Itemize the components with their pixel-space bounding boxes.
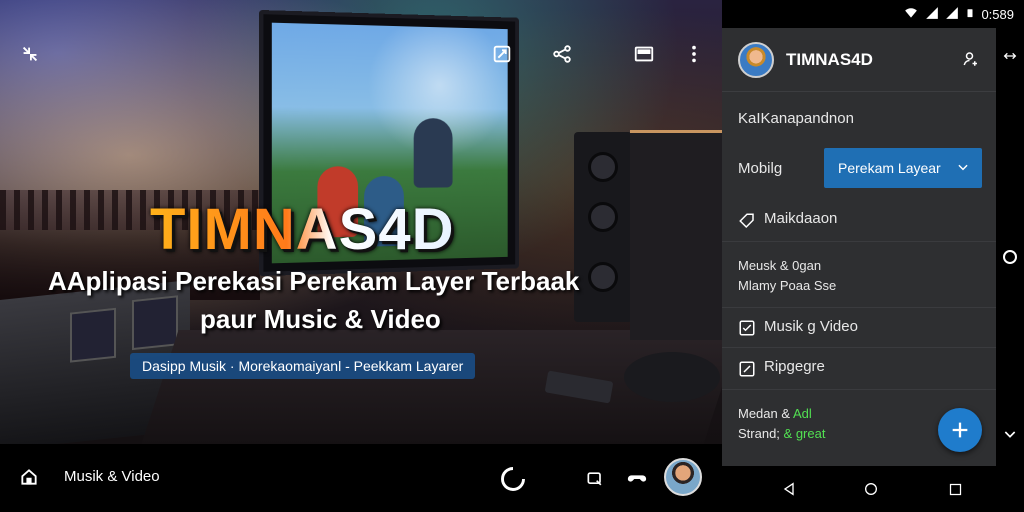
wifi-icon — [903, 6, 919, 23]
edit-icon — [739, 361, 755, 377]
panel-avatar[interactable] — [738, 42, 774, 78]
miniplayer-icon[interactable] — [630, 40, 658, 68]
collapse-icon[interactable] — [16, 40, 44, 68]
bottom-bar-label[interactable]: Musik & Video — [64, 468, 160, 485]
list-item-label: Ripgegre — [764, 358, 825, 375]
record-indicator-icon[interactable] — [1003, 250, 1017, 264]
hero-tagline: Dasipp Musik · Morekaomaiyanl - Peekkam … — [130, 353, 476, 379]
expand-icon[interactable] — [1002, 48, 1018, 69]
mouse — [624, 352, 720, 402]
chevron-down-icon[interactable] — [1002, 426, 1018, 447]
mini-monitor — [70, 307, 116, 363]
list-item-label: Medan & Adl — [738, 406, 812, 421]
status-time: 0:589 — [981, 6, 1014, 22]
list-item-label: Musik g Video — [764, 318, 858, 335]
plus-icon — [952, 422, 968, 438]
bottom-bar: Musik & Video — [0, 444, 722, 512]
gamepad-icon[interactable] — [622, 464, 652, 494]
dropdown-value: Perekam Layear — [838, 160, 941, 176]
hero-subtitle: AAplipasi Perekasi Perekam Layer Terbaak — [48, 266, 580, 296]
mode-dropdown[interactable]: Perekam Layear — [824, 148, 982, 188]
list-item-label: Meusk & 0gan — [738, 258, 822, 273]
hero-subtitle-line2: paur Music & Video — [200, 304, 441, 334]
panel-title: TIMNAS4D — [786, 50, 873, 69]
monitor-person — [413, 118, 453, 188]
user-settings-icon[interactable] — [962, 50, 980, 73]
add-button[interactable] — [938, 408, 982, 452]
tag-icon — [739, 213, 754, 229]
cast-edit-icon[interactable] — [488, 40, 516, 68]
system-nav-bar — [722, 466, 1024, 512]
list-item-label: Maikdaaon — [764, 210, 838, 227]
chevron-down-icon — [958, 164, 968, 171]
list-item[interactable]: Ripgegre — [722, 348, 996, 390]
home-nav-icon[interactable] — [860, 478, 882, 500]
signal-icon — [945, 6, 959, 23]
list-item[interactable]: Maikdaaon — [722, 200, 996, 242]
mobile-label: Mobilg — [738, 160, 783, 177]
list-item[interactable]: Meusk & 0gan Mlamy Poaa Sse — [722, 242, 996, 308]
mini-monitor — [132, 295, 178, 351]
section-label: KaIKanapandnon — [738, 110, 854, 127]
status-bar: 0:589 — [722, 0, 1024, 28]
list-item-sublabel: Strand; & great — [738, 426, 826, 441]
battery-icon — [965, 6, 975, 23]
panel-header: TIMNAS4D — [722, 28, 996, 92]
video-player[interactable]: TIMNAS4D AAplipasi Perekasi Perekam Laye… — [0, 0, 722, 444]
loading-icon — [498, 464, 528, 494]
cabinet — [630, 130, 722, 340]
side-panel: TIMNAS4D KaIKanapandnon Mobilg Perekam L… — [722, 28, 996, 466]
speaker — [574, 132, 632, 322]
list-item-sublabel: Mlamy Poaa Sse — [738, 278, 837, 293]
back-icon[interactable] — [778, 478, 800, 500]
recents-icon[interactable] — [944, 478, 966, 500]
home-icon[interactable] — [14, 462, 44, 492]
flag-icon[interactable] — [580, 464, 610, 494]
signal-icon — [925, 6, 939, 23]
checkbox-icon — [739, 320, 755, 336]
share-icon[interactable] — [548, 40, 576, 68]
list-item[interactable]: Musik g Video — [722, 308, 996, 348]
more-vert-icon[interactable] — [680, 40, 708, 68]
side-strip — [996, 28, 1024, 466]
hero-title: TIMNAS4D — [150, 197, 455, 262]
user-avatar[interactable] — [664, 458, 702, 496]
